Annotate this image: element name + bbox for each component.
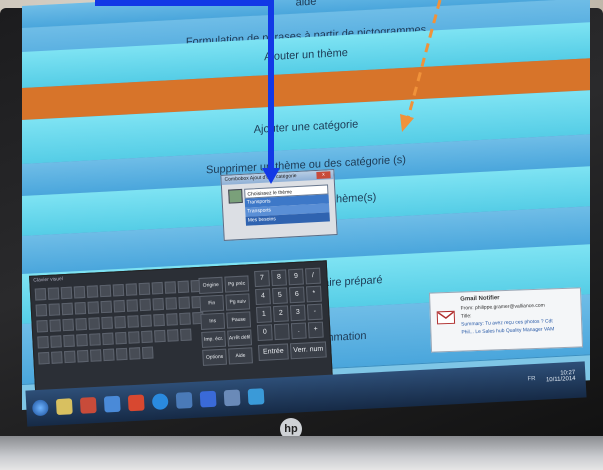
orange-dashed-arrow xyxy=(400,0,442,132)
